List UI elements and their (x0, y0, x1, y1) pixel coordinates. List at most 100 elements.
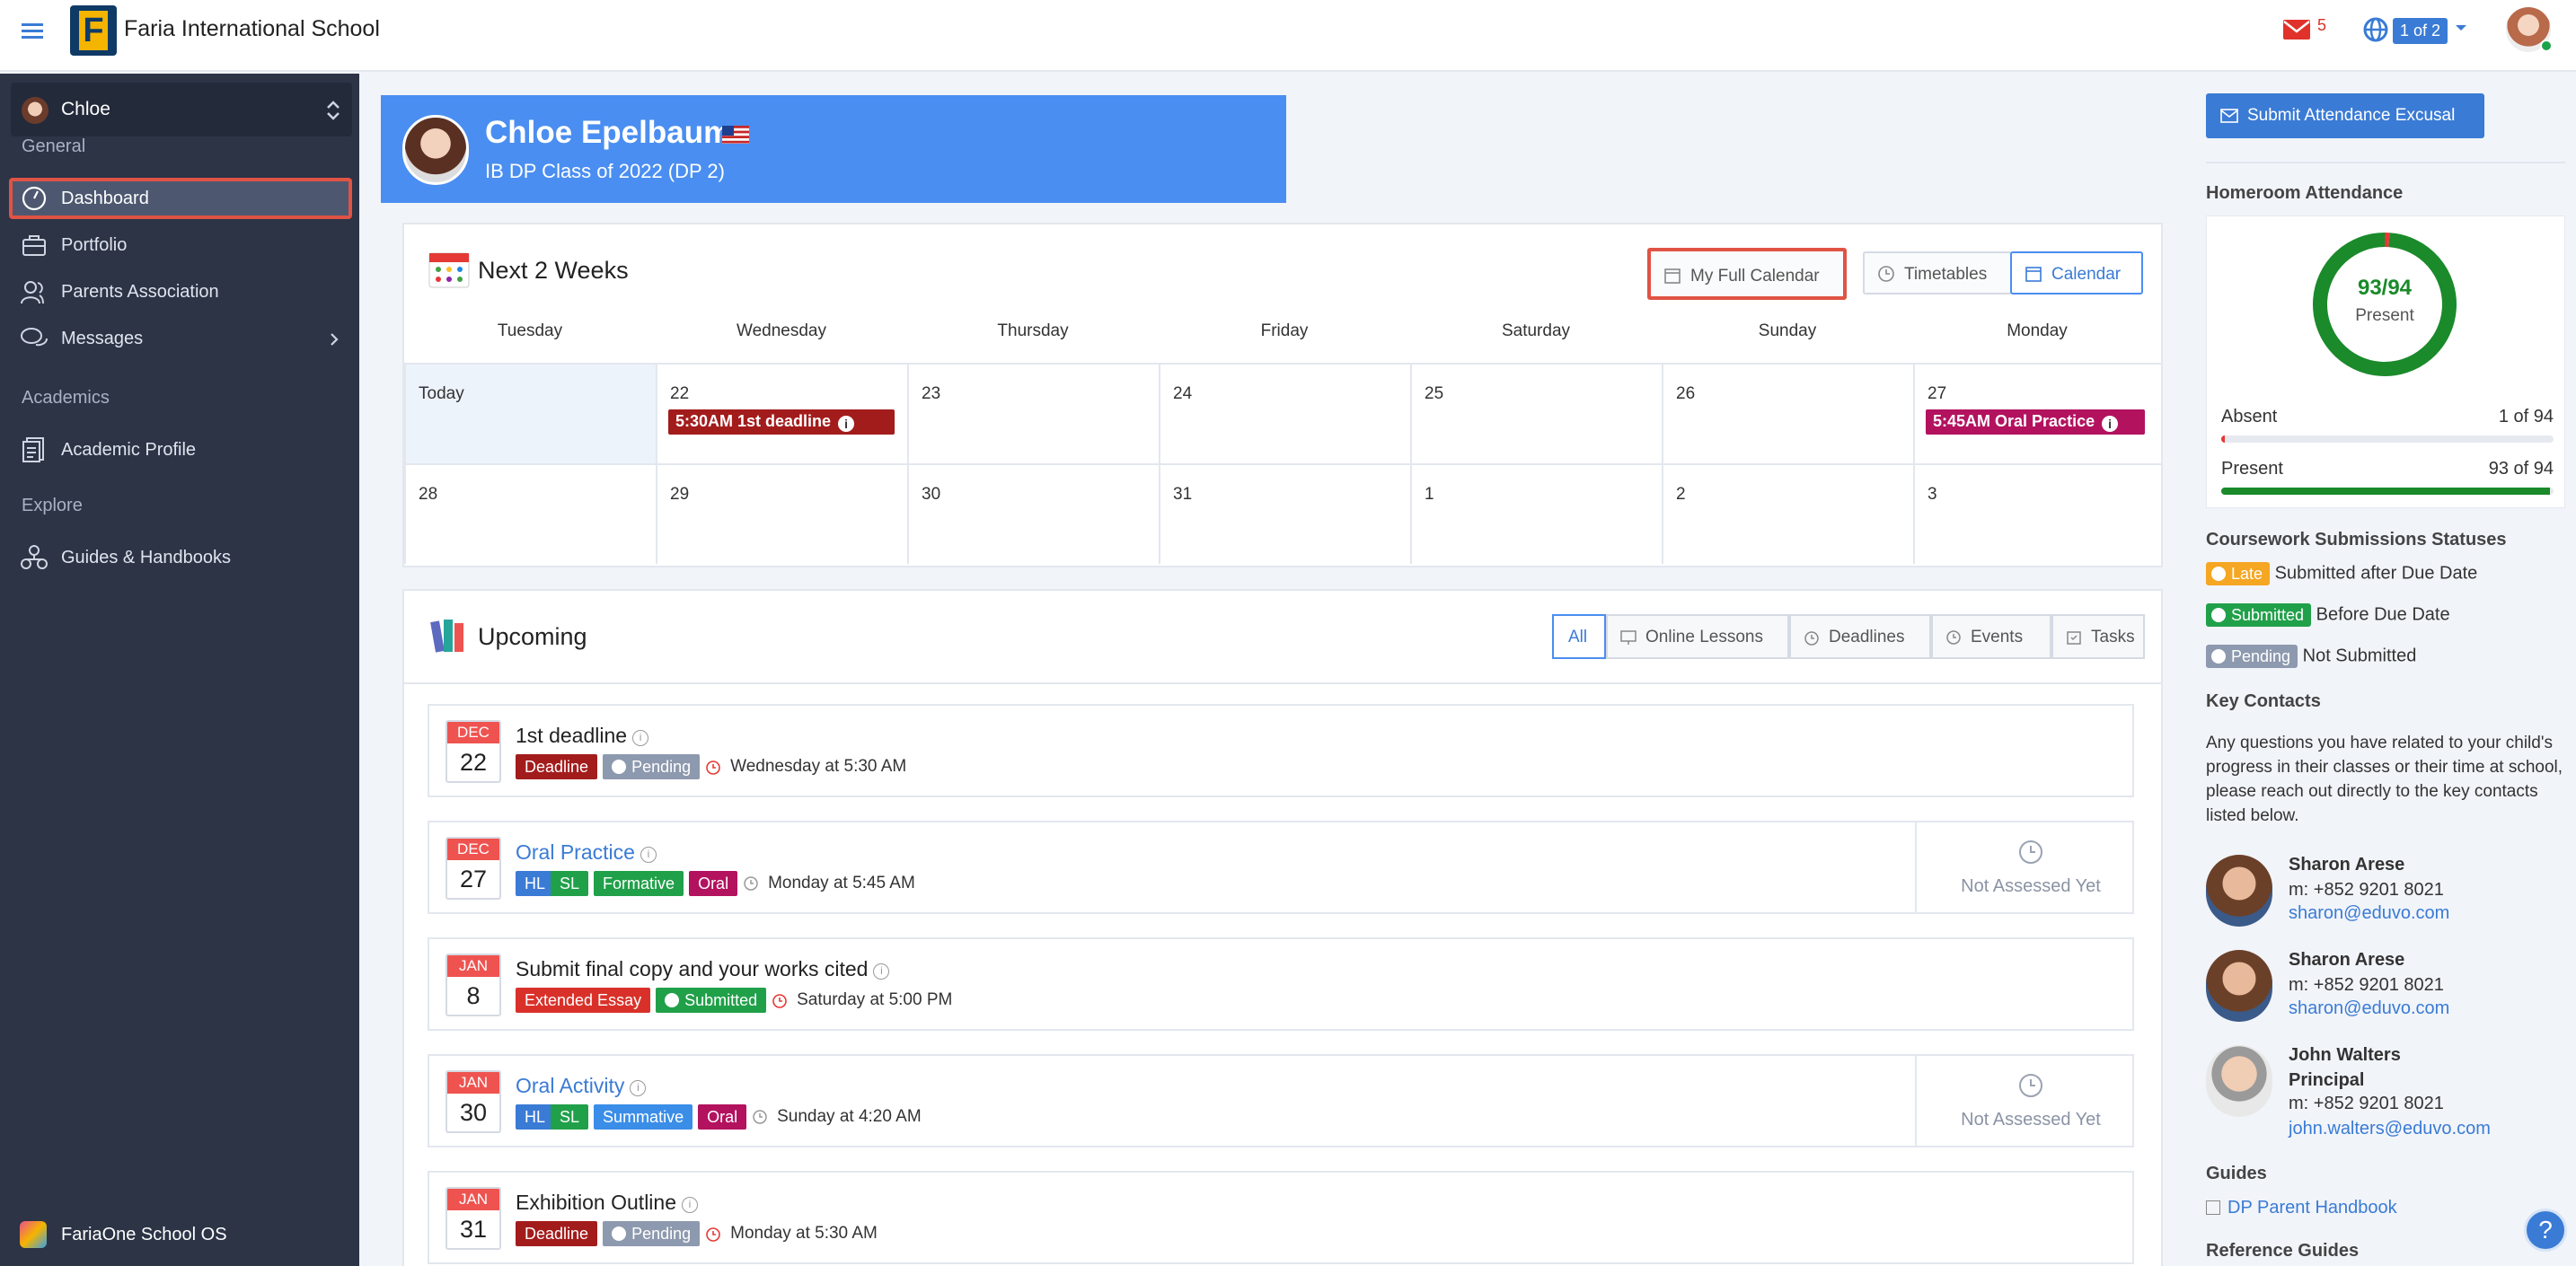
calendar-day-cell[interactable]: 26 (1662, 363, 1913, 463)
sidebar-item-academic-profile[interactable]: Academic Profile (9, 429, 352, 470)
event-label: 5:45AM Oral Practice (1933, 412, 2095, 430)
filter-online-lessons[interactable]: Online Lessons (1606, 614, 1789, 659)
pill-label: Late (2231, 565, 2263, 583)
sidebar-item-label: Portfolio (61, 235, 128, 255)
date-month: JAN (447, 1072, 499, 1094)
absent-label: Absent (2221, 407, 2278, 426)
info-icon[interactable]: i (873, 963, 890, 980)
calendar-day-cell[interactable]: 31 (1159, 463, 1410, 564)
calendar-event[interactable]: 5:45AM Oral Practice i (1926, 409, 2145, 435)
alarm-clock-icon (706, 760, 720, 775)
calendar-day-cell[interactable]: 1 (1410, 463, 1662, 564)
contact-photo (2206, 950, 2272, 1022)
calendar-event[interactable]: 5:30AM 1st deadline i (668, 409, 895, 435)
hamburger-menu-icon[interactable] (20, 18, 47, 45)
info-icon: i (838, 416, 855, 432)
sidebar-item-portfolio[interactable]: Portfolio (9, 224, 352, 266)
calendar-view-button[interactable]: Calendar (2010, 251, 2143, 295)
upcoming-title[interactable]: Submit final copy and your works cited i (516, 957, 890, 981)
upcoming-item[interactable]: JAN 31 Exhibition Outline i Deadline Pendin… (428, 1171, 2134, 1264)
day-number: 27 (1928, 384, 1947, 403)
attendance-card: 93/94 Present Absent 1 of 94 Present 93 of… (2206, 215, 2565, 508)
tag-pending: Pending (603, 1221, 701, 1246)
present-bar (2221, 488, 2554, 495)
student-selector[interactable]: Chloe (11, 83, 352, 136)
filter-events[interactable]: Events (1931, 614, 2051, 659)
calendar-day-cell[interactable]: 29 (656, 463, 907, 564)
filter-all[interactable]: All (1552, 614, 1606, 659)
upcoming-item[interactable]: JAN 30 Oral Activity i HL SL Summative Oral Su… (428, 1054, 2134, 1147)
student-class: IB DP Class of 2022 (DP 2) (485, 160, 725, 182)
day-number: 24 (1173, 384, 1193, 403)
button-label: My Full Calendar (1690, 267, 1820, 286)
calendar-day-cell[interactable]: Today (404, 363, 656, 463)
upcoming-title[interactable]: Exhibition Outline i (516, 1191, 698, 1215)
calendar-day-cell[interactable]: 23 (907, 363, 1159, 463)
weekday-header: Wednesday (737, 321, 826, 340)
sidebar-item-guides-handbooks[interactable]: Guides & Handbooks (9, 537, 352, 578)
calendar-day-cell[interactable]: 24 (1159, 363, 1410, 463)
calendar-day-cell[interactable]: 25 (1410, 363, 1662, 463)
calendar-day-cell[interactable]: 22 5:30AM 1st deadline i (656, 363, 907, 463)
pill-label: Submitted (2231, 606, 2305, 624)
present-value: 93 of 94 (2488, 459, 2554, 479)
calendar-day-cell[interactable]: 27 5:45AM Oral Practice i (1913, 363, 2161, 463)
sidebar-item-messages[interactable]: Messages (9, 318, 352, 359)
date-badge: JAN 8 (446, 954, 501, 1016)
sidebar-item-dashboard[interactable]: Dashboard (9, 178, 352, 219)
tag-row: HL SL Formative Oral Monday at 5:45 AM (516, 871, 915, 898)
contact-email-link[interactable]: sharon@eduvo.com (2289, 903, 2449, 923)
info-icon[interactable]: i (682, 1197, 698, 1213)
next-two-weeks-card: Next 2 Weeks My Full Calendar Timetables… (402, 223, 2163, 567)
my-full-calendar-button[interactable]: My Full Calendar (1647, 248, 1847, 300)
upcoming-title-link[interactable]: Oral Activity i (516, 1074, 647, 1098)
contact-role: Principal (2289, 1070, 2365, 1090)
upcoming-title[interactable]: 1st deadline i (516, 724, 649, 748)
calendar-day-cell[interactable]: 30 (907, 463, 1159, 564)
tag-sl: SL (551, 871, 589, 896)
tasks-icon (2067, 631, 2081, 645)
card-title: Upcoming (478, 623, 587, 650)
calendar-day-cell[interactable]: 28 (404, 463, 656, 564)
sidebar-item-parents-association[interactable]: Parents Association (9, 271, 352, 312)
filter-deadlines[interactable]: Deadlines (1789, 614, 1931, 659)
day-number: 1 (1425, 485, 1434, 504)
tag-deadline: Deadline (516, 1221, 598, 1246)
contact-card: Sharon Arese m: +852 9201 8021 sharon@ed… (2206, 950, 2565, 1031)
info-icon[interactable]: i (630, 1080, 647, 1096)
present-label: Present (2221, 459, 2283, 479)
info-icon[interactable]: i (640, 847, 657, 863)
guide-link-dp-parent-handbook[interactable]: DP Parent Handbook (2206, 1198, 2397, 1218)
upcoming-item[interactable]: DEC 27 Oral Practice i HL SL Formative Oral Mo… (428, 821, 2134, 914)
status-pill-submitted: Submitted (2206, 603, 2312, 627)
school-logo[interactable]: F (70, 5, 117, 56)
clock-icon (753, 1110, 767, 1124)
sidebar-item-label: Messages (61, 329, 144, 348)
sidebar-item-label: Academic Profile (61, 440, 197, 460)
tag-oral: Oral (698, 1104, 747, 1130)
info-icon[interactable]: i (632, 730, 649, 746)
guide-link-label: DP Parent Handbook (2228, 1198, 2397, 1218)
upcoming-title-link[interactable]: Oral Practice i (516, 840, 657, 865)
filter-tasks[interactable]: Tasks (2051, 614, 2145, 659)
help-button[interactable]: ? (2524, 1209, 2567, 1252)
timetables-button[interactable]: Timetables (1863, 251, 2012, 295)
tag-row: HL SL Summative Oral Sunday at 4:20 AM (516, 1104, 922, 1131)
ring-present-arc (2313, 233, 2457, 376)
submit-attendance-excusal-button[interactable]: Submit Attendance Excusal (2206, 93, 2484, 138)
clock-icon (744, 876, 758, 891)
student-full-name: Chloe Epelbaum (485, 115, 732, 150)
upcoming-item[interactable]: JAN 8 Submit final copy and your works ci… (428, 937, 2134, 1031)
calendar-day-cell[interactable]: 2 (1662, 463, 1913, 564)
day-number: 30 (922, 485, 941, 504)
contact-email-link[interactable]: john.walters@eduvo.com (2289, 1119, 2491, 1139)
calendar-day-cell[interactable]: 3 (1913, 463, 2161, 564)
day-number: 31 (1173, 485, 1193, 504)
absent-bar (2221, 435, 2554, 443)
pending-clock-icon (612, 1226, 627, 1241)
tag-formative: Formative (594, 871, 684, 896)
contact-email-link[interactable]: sharon@eduvo.com (2289, 998, 2449, 1018)
upcoming-item[interactable]: DEC 22 1st deadline i Deadline Pending Wedne… (428, 704, 2134, 797)
title-text: Submit final copy and your works cited (516, 957, 869, 980)
section-label-explore: Explore (22, 496, 83, 515)
